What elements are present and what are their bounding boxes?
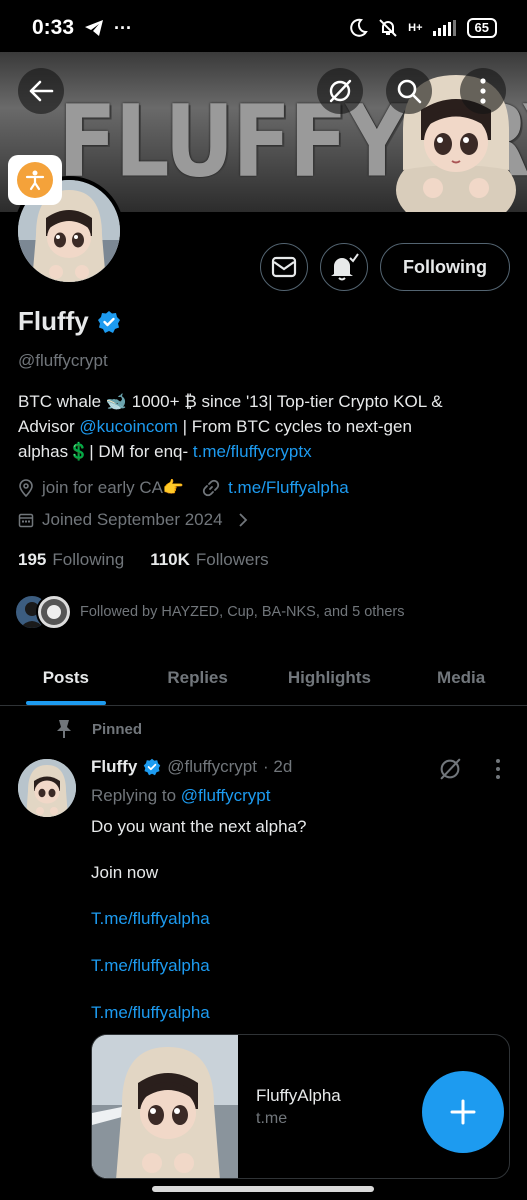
link-card-domain: t.me — [256, 1109, 288, 1127]
bio-telegram-link[interactable]: t.me/fluffycryptx — [193, 442, 312, 461]
back-button[interactable] — [18, 68, 64, 114]
bell-off-icon — [379, 19, 397, 37]
verified-badge-icon[interactable] — [97, 310, 121, 334]
tweet-avatar-image — [18, 759, 76, 817]
tweet-text-line-2: Join now — [91, 863, 159, 882]
tweet-header: Fluffy @fluffycrypt · 2d — [91, 757, 292, 777]
message-button[interactable] — [260, 243, 309, 291]
tweet-more-icon[interactable] — [494, 758, 502, 780]
following-count: 195 — [18, 550, 47, 569]
follower-avatar-2 — [36, 594, 72, 630]
link-card-text: FluffyAlpha t.me — [238, 1035, 341, 1178]
profile-name-row: Fluffy — [18, 306, 121, 337]
profile-tabs: Posts Replies Highlights Media — [0, 650, 527, 706]
tab-posts[interactable]: Posts — [0, 650, 132, 705]
tweet-timestamp[interactable]: · 2d — [263, 757, 292, 777]
profile-name: Fluffy — [18, 306, 89, 336]
tab-media[interactable]: Media — [395, 650, 527, 705]
status-bar: 0:33 ··· H+ 65 — [0, 0, 527, 56]
link-card-image — [92, 1035, 238, 1178]
plus-icon — [450, 1099, 476, 1125]
tweet-author-handle[interactable]: @fluffycrypt — [167, 757, 257, 777]
tweet-link-1[interactable]: T.me/fluffyalpha — [91, 909, 210, 929]
followers-count: 110K — [150, 550, 190, 569]
following-count-link[interactable]: 195 Following — [18, 550, 124, 570]
signal-icon — [432, 20, 456, 36]
profile-stats: 195 Following 110K Followers — [18, 550, 269, 570]
pinned-indicator: Pinned — [56, 719, 142, 739]
more-notifications-icon: ··· — [114, 17, 133, 38]
followers-label: Followers — [195, 550, 269, 569]
pin-icon — [57, 720, 71, 738]
accessibility-icon — [25, 170, 45, 191]
compose-post-button[interactable] — [422, 1071, 504, 1153]
grok-icon — [329, 79, 352, 103]
more-options-button[interactable] — [460, 68, 506, 114]
calendar-icon — [18, 513, 34, 528]
grok-button[interactable] — [317, 68, 363, 114]
grok-icon[interactable] — [437, 756, 463, 782]
mail-icon — [271, 256, 297, 278]
replying-handle[interactable]: @fluffycrypt — [181, 786, 271, 805]
back-arrow-icon — [29, 80, 54, 102]
profile-location: join for early CA👉 — [42, 478, 185, 497]
search-button[interactable] — [386, 68, 432, 114]
bio-mention-link[interactable]: @kucoincom — [79, 417, 178, 436]
followed-by-row[interactable]: Followed by HAYZED, Cup, BA-NKS, and 5 o… — [14, 594, 405, 630]
link-icon — [202, 479, 220, 497]
moon-icon — [350, 18, 368, 37]
profile-handle: @fluffycrypt — [18, 351, 108, 370]
profile-joined: Joined September 2024 — [42, 510, 223, 529]
status-time: 0:33 — [32, 16, 75, 39]
chevron-right-icon[interactable] — [237, 512, 249, 528]
tweet-text-line-1: Do you want the next alpha? — [91, 817, 307, 836]
tweet-link-2[interactable]: T.me/fluffyalpha — [91, 956, 210, 976]
network-type: H+ — [408, 22, 423, 34]
tab-highlights[interactable]: Highlights — [264, 650, 396, 705]
accessibility-button[interactable] — [8, 155, 62, 205]
tab-replies[interactable]: Replies — [132, 650, 264, 705]
link-card-title: FluffyAlpha — [256, 1085, 341, 1105]
replying-prefix: Replying to — [91, 786, 181, 805]
following-label: Following — [52, 550, 125, 569]
replying-to: Replying to @fluffycrypt — [91, 786, 270, 806]
profile-actions: Following — [260, 243, 510, 291]
battery-indicator: 65 — [466, 18, 497, 38]
more-vertical-icon — [480, 78, 486, 104]
tweet-link-3[interactable]: T.me/fluffyalpha — [91, 1003, 210, 1023]
location-icon — [19, 479, 33, 497]
home-indicator[interactable] — [152, 1186, 374, 1192]
followers-count-link[interactable]: 110K Followers — [150, 550, 268, 570]
notifications-button[interactable] — [320, 243, 369, 291]
profile-website-link[interactable]: t.me/Fluffyalpha — [228, 478, 349, 498]
verified-badge-icon — [144, 758, 161, 776]
tweet-avatar[interactable] — [18, 759, 76, 817]
followed-by-text: Followed by HAYZED, Cup, BA-NKS, and 5 o… — [80, 604, 405, 620]
pinned-label: Pinned — [92, 720, 143, 738]
telegram-icon — [85, 20, 104, 36]
profile-joined-row: Joined September 2024 — [18, 510, 249, 530]
profile-bio: BTC whale 🐋 1000+ ₿ since '13| Top-tier … — [18, 389, 488, 464]
search-icon — [397, 79, 422, 104]
tweet-author-name[interactable]: Fluffy — [91, 757, 137, 777]
bell-check-icon — [331, 253, 359, 281]
following-button[interactable]: Following — [380, 243, 510, 291]
profile-meta-row: join for early CA👉 t.me/Fluffyalpha — [18, 478, 349, 498]
